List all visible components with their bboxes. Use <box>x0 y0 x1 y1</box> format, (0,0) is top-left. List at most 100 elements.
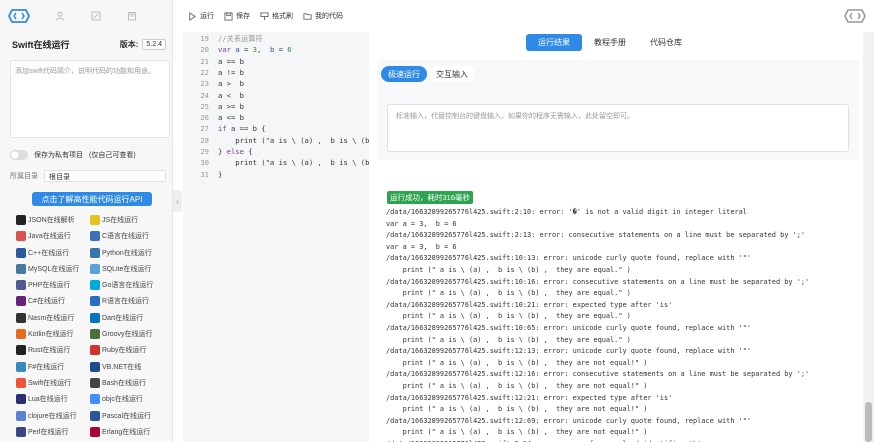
code-line: 21 a == b <box>183 57 244 67</box>
language-link[interactable]: Ruby在线运行 <box>90 344 164 356</box>
language-link[interactable]: Nasm在线运行 <box>16 312 90 324</box>
language-link[interactable]: Java在线运行 <box>16 230 90 242</box>
code-text: print ("a is \ (a) , b is \ (b <box>218 135 369 145</box>
format-button[interactable]: 格式刷 <box>260 11 293 21</box>
language-link[interactable]: VB.NET在线 <box>90 361 164 373</box>
language-link[interactable]: Perl在线运行 <box>16 426 90 438</box>
private-label: 保存为私有项目 <box>34 152 83 159</box>
output-line: print (" a is \ (a) , b is \ (b) , they … <box>386 289 631 298</box>
chevron-left-icon: ‹ <box>176 196 179 206</box>
code-text: } else { <box>218 147 253 156</box>
edit-icon[interactable] <box>90 10 102 22</box>
page-scrollbar[interactable] <box>863 32 874 442</box>
kotlin-icon <box>16 329 26 340</box>
language-link[interactable]: MySQL在线运行 <box>16 263 90 275</box>
code-text: var a = 3, b = 6 <box>218 45 292 55</box>
php-icon <box>16 280 26 291</box>
api-info-button[interactable]: 点击了解高性能代码运行API <box>32 192 152 206</box>
user-icon[interactable] <box>54 10 66 22</box>
code-line: 31} <box>183 170 222 180</box>
language-link[interactable]: Go语言在线运行 <box>90 279 164 291</box>
code-text: a == b <box>218 56 244 66</box>
archive-icon[interactable] <box>126 10 138 22</box>
code-line: 27 if a == b { <box>183 124 266 134</box>
my-code-button-label: 我的代码 <box>315 13 343 20</box>
language-label: JS在线运行 <box>102 217 139 224</box>
scrollbar-thumb[interactable] <box>865 402 872 442</box>
run-button[interactable]: 运行 <box>188 11 214 21</box>
language-link[interactable]: SQLite在线运行 <box>90 263 164 275</box>
language-link[interactable]: PHP在线运行 <box>16 279 90 291</box>
go-icon <box>90 280 100 291</box>
code-text: if a == b { <box>218 124 266 134</box>
private-toggle[interactable] <box>10 150 28 160</box>
language-link[interactable]: Pascal在线运行 <box>90 410 164 422</box>
folder-icon <box>303 12 312 20</box>
language-link[interactable]: JSON在线解析 <box>16 214 90 226</box>
result-panel: 运行结果 教程手册 代码仓库 极速运行 交互输入 标准输入，代替控制台的键盘输入… <box>369 32 863 442</box>
language-link[interactable]: C语言在线运行 <box>90 230 164 242</box>
input-card: 极速运行 交互输入 标准输入，代替控制台的键盘输入。如果你的程序无需输入，此处留… <box>377 60 859 160</box>
sidebar-collapse-button[interactable]: ‹ <box>173 190 182 212</box>
language-label: MySQL在线运行 <box>28 265 80 273</box>
code-line: 26 a <= b <box>183 113 244 123</box>
objc-icon <box>90 394 100 405</box>
erlang-icon <box>90 426 100 437</box>
stdin-textarea[interactable]: 标准输入，代替控制台的键盘输入。如果你的程序无需输入，此处留空即可。 <box>387 104 849 152</box>
language-link[interactable]: Erlang在线运行 <box>90 426 164 438</box>
site-logo-icon[interactable] <box>8 8 30 24</box>
language-link[interactable]: Kotlin在线运行 <box>16 328 90 340</box>
language-link[interactable]: Swift在线运行 <box>16 377 90 389</box>
language-list: JSON在线解析 JS在线运行 Java在线运行 C语言在线运行 C++在线运行 Pyth… <box>16 214 166 438</box>
version-select[interactable]: 5.2.4 <box>142 39 166 50</box>
directory-select[interactable]: 根目录 <box>44 170 166 182</box>
language-link[interactable]: F#在线运行 <box>16 361 90 373</box>
code-line: 29} else { <box>183 147 253 157</box>
tab-tutorial[interactable]: 教程手册 <box>582 34 638 51</box>
cpp-icon <box>16 247 26 258</box>
my-code-button[interactable]: 我的代码 <box>303 11 343 21</box>
save-button[interactable]: 保存 <box>224 11 250 21</box>
tab-run-result[interactable]: 运行结果 <box>526 34 582 51</box>
language-label: Perl在线运行 <box>28 428 69 436</box>
r-icon <box>90 296 100 307</box>
language-link[interactable]: R语言在线运行 <box>90 295 164 307</box>
output-line: print (" a is \ (a) , b is \ (b) , they … <box>386 335 631 344</box>
language-link[interactable]: objc在线运行 <box>90 393 164 405</box>
code-text: print ("a is \ (a) , b is \ (b <box>218 158 369 168</box>
language-link[interactable]: clojure在线运行 <box>16 410 90 422</box>
tab-code-repo[interactable]: 代码仓库 <box>638 34 694 51</box>
language-link[interactable]: Lua在线运行 <box>16 393 90 405</box>
tab-interactive-input[interactable]: 交互输入 <box>429 66 475 82</box>
line-number: 24 <box>200 90 209 100</box>
language-link[interactable]: Groovy在线运行 <box>90 328 164 340</box>
private-toggle-row: 保存为私有项目 (仅自己可查看) <box>10 150 136 160</box>
language-link[interactable]: Rust在线运行 <box>16 344 90 356</box>
code-line: 25 a >= b <box>183 102 244 112</box>
version-label: 版本: <box>119 40 139 49</box>
code-editor[interactable]: 19 //关系运算符 20 var a = 3, b = 6 21 a == b 22 a !… <box>183 32 369 442</box>
format-button-label: 格式刷 <box>272 13 293 20</box>
language-link[interactable]: JS在线运行 <box>90 214 164 226</box>
language-link[interactable]: Bash在线运行 <box>90 377 164 389</box>
nasm-icon <box>16 312 26 323</box>
output-line: print (" a is \ (a) , b is \ (b) , they … <box>386 358 648 367</box>
description-textarea[interactable]: 添加swift代码简介，说明代码的功能和用途。 <box>10 60 170 138</box>
pascal-icon <box>90 410 100 421</box>
language-label: objc在线运行 <box>102 396 143 404</box>
code-line: 19 //关系运算符 <box>183 34 262 44</box>
language-link[interactable]: Dart在线运行 <box>90 312 164 324</box>
code-line: 24 a < b <box>183 91 244 101</box>
rust-icon <box>16 345 26 356</box>
language-link[interactable]: C#在线运行 <box>16 295 90 307</box>
language-link[interactable]: Python在线运行 <box>90 247 164 259</box>
output-line: /data/16632899265776l425.swift:12:69: er… <box>386 416 752 425</box>
groovy-icon <box>90 329 100 340</box>
code-line: 20 var a = 3, b = 6 <box>183 45 292 55</box>
output-line: var a = 3, b = 6 <box>386 219 457 228</box>
language-label: Rust在线运行 <box>28 347 71 355</box>
tab-fast-run[interactable]: 极速运行 <box>381 66 427 82</box>
language-link[interactable]: C++在线运行 <box>16 247 90 259</box>
brand-logo-icon <box>844 9 866 23</box>
lua-icon <box>16 394 26 405</box>
